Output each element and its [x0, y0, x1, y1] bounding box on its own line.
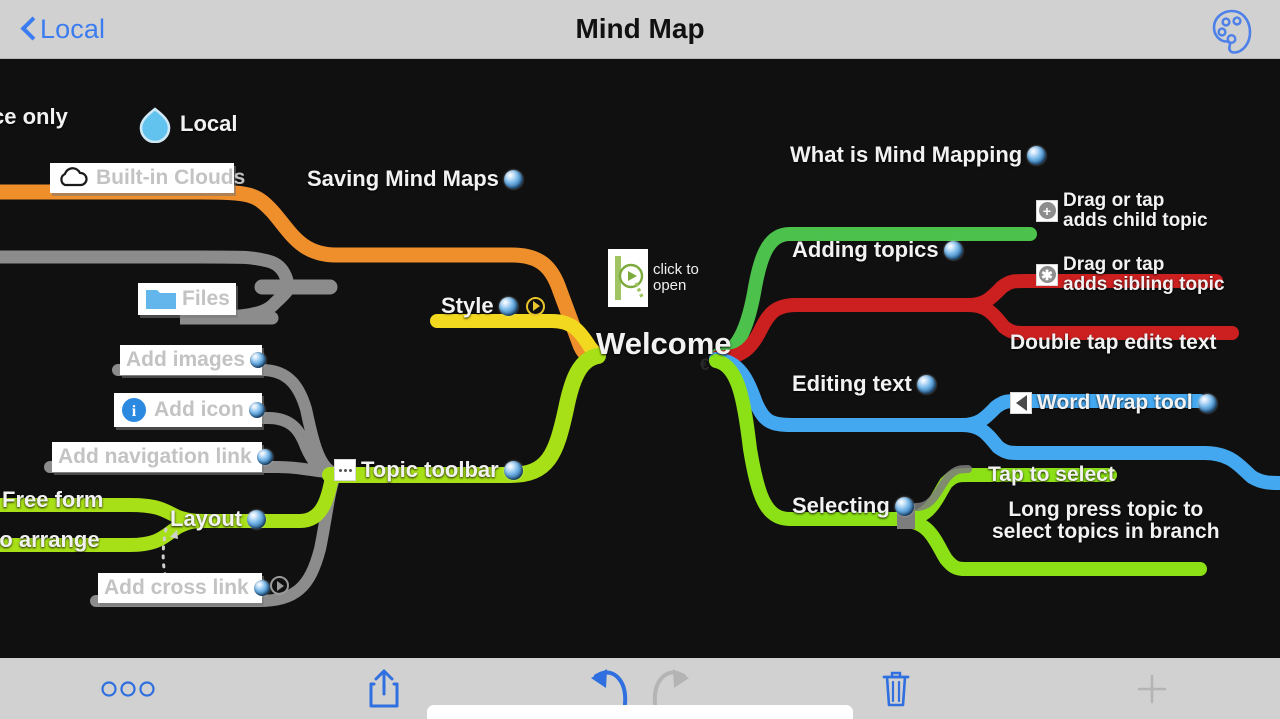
cloud-icon [60, 167, 88, 187]
chevron-left-icon [20, 16, 36, 42]
app-header: Local Mind Map [0, 0, 1280, 59]
node-files[interactable]: Files [138, 283, 236, 315]
globe-sphere-icon [247, 509, 267, 529]
node-layout[interactable]: Layout [170, 506, 267, 532]
globe-sphere-icon [916, 374, 936, 394]
play-circle-icon[interactable] [270, 576, 289, 595]
globe-sphere-icon [498, 296, 518, 316]
mind-map-app: Local Mind Map e only Local Built-in Clo… [0, 0, 1280, 719]
node-drag-sibling-topic[interactable]: ✱ Drag or tap adds sibling topic [1036, 255, 1225, 295]
palette-icon [1212, 9, 1252, 54]
attachment-label: click to open [653, 260, 699, 294]
node-what-is-mind-mapping[interactable]: What is Mind Mapping [790, 142, 1047, 168]
node-saving-mind-maps[interactable]: Saving Mind Maps [307, 166, 523, 192]
globe-sphere-icon [894, 496, 914, 516]
undo-arrow-icon [591, 669, 628, 706]
trash-icon [882, 671, 910, 706]
play-circle-icon[interactable] [525, 296, 545, 316]
globe-sphere-icon [256, 449, 273, 465]
node-double-tap-edits-text[interactable]: Double tap edits text [1010, 331, 1217, 355]
share-icon [369, 669, 399, 707]
node-add-images[interactable]: Add images [120, 345, 267, 375]
node-built-in-clouds[interactable]: Built-in Clouds [50, 163, 245, 193]
plus-circle-icon: + [1036, 199, 1058, 222]
globe-sphere-icon [1027, 145, 1047, 165]
node-topic-toolbar[interactable]: Topic toolbar [334, 457, 523, 483]
node-add-icon[interactable]: i Add icon [114, 393, 265, 427]
plus-icon [1137, 674, 1167, 703]
center-marker: € [700, 355, 710, 374]
globe-sphere-icon [503, 460, 523, 480]
globe-sphere-icon [503, 169, 523, 189]
three-dots-square-icon [334, 459, 356, 481]
svg-text:i: i [132, 403, 137, 420]
home-indicator [427, 705, 853, 719]
node-to-arrange[interactable]: to arrange [0, 527, 100, 553]
globe-sphere-icon [943, 240, 963, 260]
triangle-left-icon [1010, 392, 1032, 414]
node-drag-child-topic[interactable]: + Drag or tap adds child topic [1036, 191, 1208, 231]
node-adding-topics[interactable]: Adding topics [792, 237, 963, 263]
mindmap-canvas[interactable]: ce only Local Built-in Clouds Files Savi… [0, 59, 1280, 658]
node-long-press-select[interactable]: Long press topic to select topics in bra… [992, 498, 1220, 543]
back-button-label: Local [40, 13, 106, 44]
droplet-icon [139, 107, 171, 143]
node-device-only[interactable]: ce only [0, 104, 68, 130]
add-button[interactable] [1024, 658, 1280, 719]
node-welcome-center[interactable]: Welcome [596, 326, 732, 362]
redo-arrow-icon [652, 669, 689, 706]
node-local[interactable]: Local [136, 105, 237, 143]
node-style[interactable]: Style [441, 293, 545, 319]
attachment-click-to-open[interactable]: click to open [608, 249, 699, 307]
play-circle-icon [608, 249, 648, 307]
node-free-form[interactable]: Free form [2, 487, 103, 513]
more-button[interactable] [0, 658, 256, 719]
node-add-cross-link[interactable]: Add cross link [98, 573, 270, 603]
three-circles-icon [101, 680, 155, 697]
globe-sphere-icon [253, 580, 270, 596]
node-selecting[interactable]: Selecting [792, 493, 914, 519]
back-button[interactable]: Local [20, 14, 105, 45]
globe-sphere-icon [248, 402, 265, 418]
node-editing-text[interactable]: Editing text [792, 371, 936, 397]
folder-icon [146, 290, 176, 309]
globe-sphere-icon [1197, 393, 1217, 413]
info-circle-icon: i [122, 398, 146, 422]
node-word-wrap-tool[interactable]: Word Wrap tool [1010, 391, 1217, 415]
globe-sphere-icon [250, 352, 267, 368]
page-title: Mind Map [575, 13, 705, 44]
asterisk-circle-icon: ✱ [1036, 263, 1058, 286]
palette-button[interactable] [1206, 4, 1258, 56]
node-tap-to-select[interactable]: Tap to select [988, 463, 1115, 487]
node-add-navigation-link[interactable]: Add navigation link [52, 442, 273, 472]
